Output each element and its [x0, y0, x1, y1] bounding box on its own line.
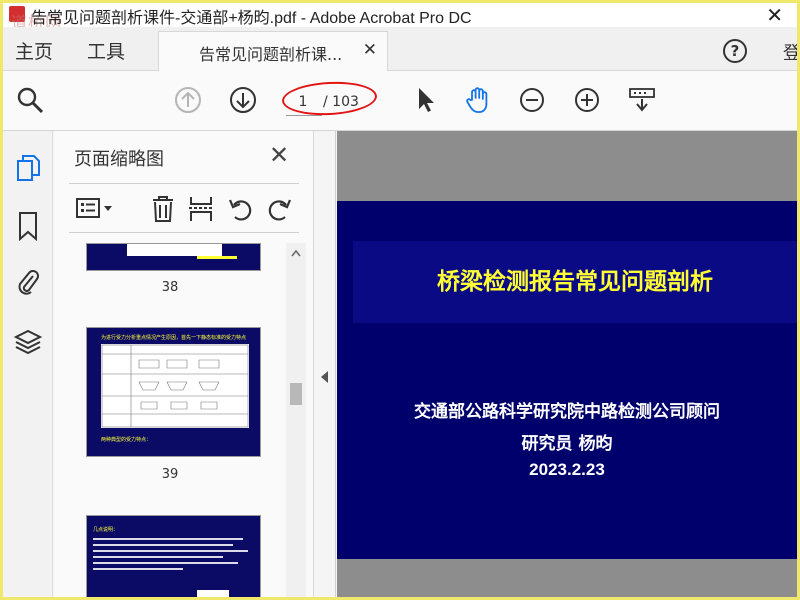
document-view[interactable]: 桥梁检测报告常见问题剖析 交通部公路科学研究院中路检测公司顾问 研究员 杨昀 2…	[337, 131, 797, 597]
extract-icon[interactable]	[187, 194, 215, 224]
window-title: 告常见问题剖析课件-交通部+杨昀.pdf - Adobe Acrobat Pro…	[31, 10, 472, 27]
thumbnail-list: 38 为进行受力分析重点情况产生原因，首先一下静态标准的受力特点 两种典型的受力…	[54, 243, 286, 597]
panel-title: 页面缩略图	[74, 149, 164, 170]
redo-icon[interactable]	[265, 195, 293, 223]
help-icon[interactable]: ?	[723, 39, 747, 63]
prev-page-icon[interactable]	[173, 85, 203, 115]
thumbnail-page-40[interactable]: 几点说明：	[86, 515, 261, 597]
collapse-arrow-icon	[321, 371, 328, 383]
nav-tools[interactable]: 工具	[87, 37, 125, 64]
thumbnail-highlight	[197, 256, 237, 259]
thumbnail-table	[101, 344, 249, 428]
nav-home[interactable]: 主页	[15, 37, 53, 64]
window-close-button[interactable]: ✕	[766, 3, 783, 27]
bookmark-icon[interactable]	[17, 211, 39, 241]
panel-close-button[interactable]: ✕	[269, 141, 289, 169]
thumbnail-toolbar	[69, 183, 299, 233]
hand-icon[interactable]	[463, 85, 493, 115]
attachment-icon[interactable]	[15, 267, 41, 297]
thumbnails-panel: 页面缩略图 ✕ 38 为进行受力分析重点情况产生原因，首先一下静态标准的受力特点…	[54, 131, 314, 597]
zoom-in-icon[interactable]	[572, 85, 602, 115]
thumbnail-page-39[interactable]: 为进行受力分析重点情况产生原因，首先一下静态标准的受力特点 两种典型的受力特点：	[86, 327, 261, 457]
thumbnail-heading: 为进行受力分析重点情况产生原因，首先一下静态标准的受力特点	[101, 335, 247, 341]
thumbnails-icon[interactable]	[15, 153, 41, 183]
document-tab[interactable]: 告常见问题剖析课... ✕	[158, 31, 388, 71]
thumbnail-number: 38	[161, 280, 179, 295]
layers-icon[interactable]	[13, 327, 43, 357]
scroll-up-arrow[interactable]	[291, 249, 301, 257]
slide-date: 2023.2.23	[529, 460, 605, 479]
page-input-underline	[286, 115, 322, 116]
slide-author: 研究员 杨昀	[521, 434, 613, 454]
undo-icon[interactable]	[227, 195, 255, 223]
acrobat-window: 道桥网 告常见问题剖析课件-交通部+杨昀.pdf - Adobe Acrobat…	[3, 3, 797, 597]
thumbnail-scrollbar[interactable]	[286, 243, 306, 597]
fit-page-icon[interactable]	[627, 85, 657, 115]
options-icon[interactable]	[75, 196, 115, 222]
slide-organization: 交通部公路科学研究院中路检测公司顾问	[414, 402, 720, 422]
slide-title: 桥梁检测报告常见问题剖析	[437, 268, 713, 295]
delete-icon[interactable]	[149, 194, 177, 224]
zoom-out-icon[interactable]	[517, 85, 547, 115]
thumbnail-heading: 几点说明：	[93, 527, 119, 533]
thumbnail-content	[93, 536, 253, 576]
thumbnail-number: 39	[161, 467, 179, 482]
main-toolbar	[3, 71, 797, 131]
title-bar: 道桥网 告常见问题剖析课件-交通部+杨昀.pdf - Adobe Acrobat…	[3, 3, 797, 32]
tab-bar: 主页 工具 告常见问题剖析课... ✕ ? 登	[3, 27, 797, 71]
thumbnail-content	[127, 244, 222, 256]
thumbnail-box	[197, 590, 229, 597]
select-arrow-icon[interactable]	[411, 85, 441, 115]
signin-button[interactable]: 登	[783, 39, 797, 65]
next-page-icon[interactable]	[228, 85, 258, 115]
scrollbar-thumb[interactable]	[290, 383, 302, 405]
document-tab-close-button[interactable]: ✕	[363, 40, 377, 60]
slide-page: 桥梁检测报告常见问题剖析 交通部公路科学研究院中路检测公司顾问 研究员 杨昀 2…	[337, 201, 797, 559]
thumbnail-footer: 两种典型的受力特点：	[101, 437, 152, 443]
search-icon[interactable]	[15, 85, 45, 115]
left-rail	[3, 131, 53, 597]
panel-collapse-handle[interactable]	[314, 131, 336, 597]
thumbnail-page-38[interactable]	[86, 243, 261, 271]
document-tab-label: 告常见问题剖析课...	[199, 45, 343, 64]
